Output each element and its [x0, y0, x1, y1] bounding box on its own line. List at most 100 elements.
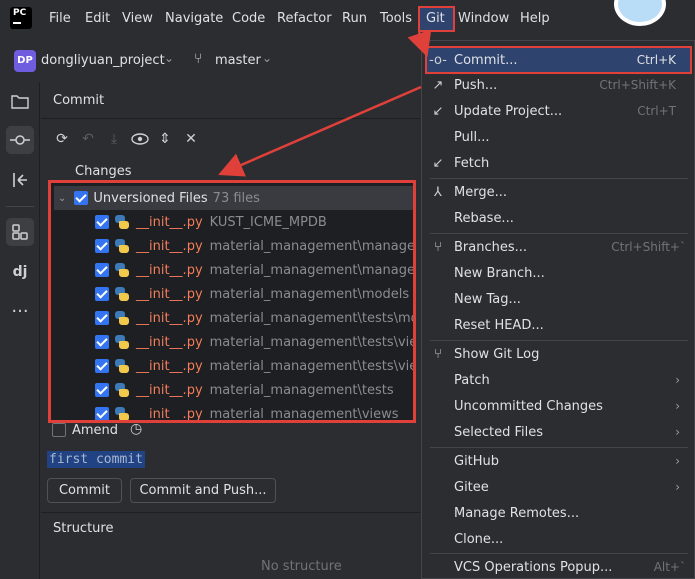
menu-view[interactable]: View — [122, 11, 153, 26]
branch-icon: ⑂ — [194, 51, 203, 67]
divider — [41, 118, 420, 119]
file-row[interactable]: __init__.py material_management\tests\mo… — [95, 306, 413, 330]
menu-edit[interactable]: Edit — [85, 11, 110, 26]
chevron-right-icon: › — [675, 399, 680, 413]
file-row[interactable]: __init__.py material_management\tests — [95, 378, 394, 402]
merge-icon: ⅄ — [434, 184, 442, 200]
menu-window[interactable]: Window — [458, 11, 509, 26]
menu-item-branches[interactable]: ⑂ Branches... Ctrl+Shift+` — [422, 234, 694, 260]
group-checkbox[interactable] — [74, 191, 89, 205]
menu-item-new-tag[interactable]: New Tag... — [422, 286, 694, 312]
menu-item-update-project[interactable]: ↙ Update Project... Ctrl+T — [422, 98, 694, 124]
file-row[interactable]: __init__.py material_management\tests\vi… — [95, 354, 413, 378]
menu-code[interactable]: Code — [232, 11, 265, 26]
menu-item-pull[interactable]: Pull... — [422, 124, 694, 150]
changes-tree[interactable]: ⌄ Unversioned Files 73 files __init__.py… — [48, 180, 416, 423]
menu-run[interactable]: Run — [342, 11, 367, 26]
collapse-all-icon[interactable]: ✕ — [181, 129, 201, 149]
file-row[interactable]: __init__.py material_management\tests\vi… — [95, 330, 413, 354]
file-checkbox[interactable] — [95, 263, 109, 277]
file-row[interactable]: __init__.py material_management\views — [95, 402, 399, 420]
menu-item-rebase[interactable]: Rebase... — [422, 205, 694, 231]
more-icon[interactable]: ··· — [6, 297, 34, 325]
file-path: material_management\tests — [209, 382, 394, 398]
group-count: 73 files — [212, 190, 260, 206]
python-file-icon — [114, 310, 130, 326]
file-checkbox[interactable] — [95, 383, 109, 397]
menu-tools[interactable]: Tools — [380, 11, 412, 26]
commit-tool-icon[interactable] — [6, 126, 34, 154]
file-name: __init__.py — [136, 334, 203, 350]
file-checkbox[interactable] — [95, 311, 109, 325]
rollback-icon[interactable]: ↶ — [78, 129, 98, 149]
python-file-icon — [114, 334, 130, 350]
menu-item-manage-remotes[interactable]: Manage Remotes... — [422, 500, 694, 526]
menu-git[interactable]: Git — [426, 11, 445, 26]
menu-item-label: Merge... — [454, 184, 507, 200]
chevron-down-icon[interactable]: ⌄ — [262, 51, 272, 65]
file-path: material_management\management — [209, 262, 415, 278]
menu-refactor[interactable]: Refactor — [277, 11, 332, 26]
menu-item-label: Gitee — [454, 479, 489, 495]
pycharm-logo-icon[interactable]: PC — [10, 7, 32, 29]
project-name[interactable]: dongliyuan_project — [41, 53, 165, 68]
menu-item-label: Update Project... — [454, 103, 563, 119]
amend-checkbox[interactable] — [52, 423, 66, 437]
file-checkbox[interactable] — [95, 287, 109, 301]
history-clock-icon[interactable]: ◷ — [130, 421, 142, 437]
menu-item-label: New Branch... — [454, 265, 545, 281]
menu-item-selected-files[interactable]: Selected Files › — [422, 419, 694, 445]
menu-item-patch[interactable]: Patch › — [422, 367, 694, 393]
commit-button[interactable]: Commit — [47, 478, 122, 503]
file-checkbox[interactable] — [95, 359, 109, 373]
menu-item-commit[interactable]: -o- Commit... Ctrl+K — [422, 46, 694, 74]
eye-icon[interactable] — [130, 129, 150, 149]
shelve-icon[interactable]: ⤓ — [104, 129, 124, 149]
file-checkbox[interactable] — [95, 407, 109, 420]
file-checkbox[interactable] — [95, 239, 109, 253]
menu-item-merge[interactable]: ⅄ Merge... — [422, 179, 694, 205]
shortcut: Ctrl+Shift+K — [599, 78, 676, 92]
chevron-down-icon[interactable]: ⌄ — [58, 193, 66, 204]
file-checkbox[interactable] — [95, 335, 109, 349]
amend-label[interactable]: Amend — [72, 423, 118, 438]
menu-navigate[interactable]: Navigate — [165, 11, 223, 26]
menu-item-uncommitted-changes[interactable]: Uncommitted Changes › — [422, 393, 694, 419]
menu-item-new-branch[interactable]: New Branch... — [422, 260, 694, 286]
menu-item-push[interactable]: ↗ Push... Ctrl+Shift+K — [422, 72, 694, 98]
menu-item-github[interactable]: GitHub › — [422, 448, 694, 474]
menu-item-label: Clone... — [454, 531, 504, 547]
menu-help[interactable]: Help — [520, 11, 550, 26]
menu-item-fetch[interactable]: ↙ Fetch — [422, 150, 694, 176]
commit-message-input[interactable]: first commit — [47, 451, 145, 468]
unversioned-group-row[interactable]: ⌄ Unversioned Files 73 files — [54, 186, 413, 210]
python-file-icon — [114, 262, 130, 278]
file-checkbox[interactable] — [95, 215, 109, 229]
chevron-right-icon: › — [675, 480, 680, 494]
chevron-down-icon[interactable]: ⌄ — [164, 51, 174, 65]
pull-requests-icon[interactable] — [6, 166, 34, 194]
chevron-right-icon: › — [675, 373, 680, 387]
file-row[interactable]: __init__.py material_management\models — [95, 282, 409, 306]
python-file-icon — [114, 286, 130, 302]
menu-file[interactable]: File — [49, 11, 71, 26]
python-file-icon — [114, 406, 130, 420]
expand-all-icon[interactable]: ⇕ — [155, 129, 175, 149]
menu-item-show-git-log[interactable]: ⑂ Show Git Log — [422, 341, 694, 367]
menu-item-vcs-operations-popup[interactable]: VCS Operations Popup... Alt+` — [422, 554, 694, 579]
file-row[interactable]: __init__.py material_management\manageme… — [95, 258, 415, 282]
commit-and-push-button[interactable]: Commit and Push... — [130, 478, 276, 503]
file-row[interactable]: __init__.py material_management\manageme… — [95, 234, 413, 258]
refresh-icon[interactable]: ⟳ — [52, 129, 72, 149]
menu-item-clone[interactable]: Clone... — [422, 526, 694, 552]
file-row[interactable]: __init__.py KUST_ICME_MPDB — [95, 210, 327, 234]
changes-label: Changes — [75, 164, 132, 179]
django-icon[interactable]: dj — [6, 258, 34, 286]
menu-item-label: Reset HEAD... — [454, 317, 544, 333]
structure-icon[interactable] — [6, 218, 34, 246]
folder-icon[interactable] — [6, 87, 34, 115]
menu-item-gitee[interactable]: Gitee › — [422, 474, 694, 500]
menu-item-reset-head[interactable]: Reset HEAD... — [422, 312, 694, 338]
branch-name[interactable]: master — [215, 53, 261, 68]
project-badge[interactable]: DP — [14, 50, 36, 72]
